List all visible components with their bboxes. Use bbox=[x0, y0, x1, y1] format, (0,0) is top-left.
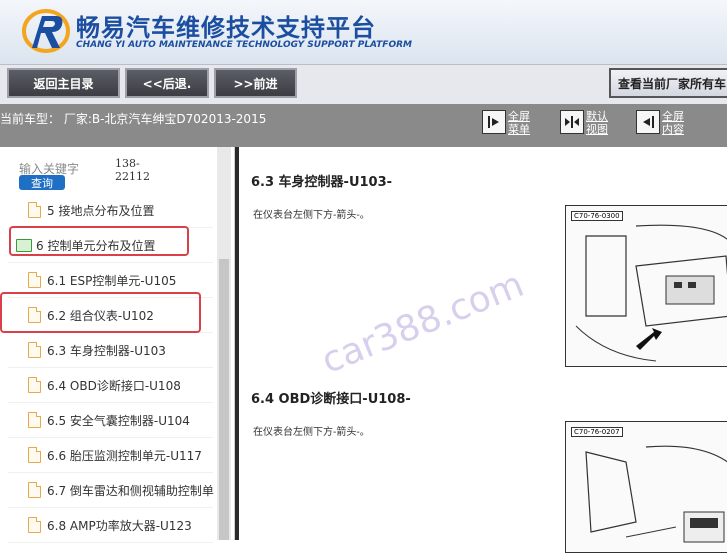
current-model-label: 当前车型： 厂家:B-北京汽车绅宝D702013-2015 bbox=[0, 112, 267, 126]
section-title: 6.4 OBD诊断接口-U108- bbox=[251, 392, 411, 407]
app-title: 畅易汽车维修技术支持平台 bbox=[76, 14, 376, 42]
sidebar: 输入关键字 查询 138- 22112 5 接地点分布及位置 6 控制单元分布及… bbox=[0, 147, 235, 543]
toolbar: 返回主目录 <<后退. >>前进 查看当前厂家所有车 bbox=[0, 64, 727, 105]
document-icon bbox=[28, 412, 41, 428]
fullscreen-menu-button[interactable]: 全屏菜单 bbox=[482, 110, 536, 136]
search-button[interactable]: 查询 bbox=[19, 175, 65, 190]
document-icon bbox=[28, 447, 41, 463]
section-description: 在仪表台左侧下方-箭头-。 bbox=[253, 210, 370, 221]
pane-divider[interactable] bbox=[235, 147, 239, 540]
highlight-box bbox=[0, 292, 201, 333]
app-subtitle: CHANG YI AUTO MAINTENANCE TECHNOLOGY SUP… bbox=[76, 40, 412, 50]
dashboard-illustration bbox=[585, 445, 727, 543]
toc-item[interactable]: 5 接地点分布及位置 bbox=[8, 193, 213, 228]
section-description: 在仪表台左侧下方-箭头-。 bbox=[253, 427, 370, 438]
figure-body-controller: C70-76-0300 bbox=[565, 205, 727, 367]
toc-item[interactable]: 6.6 胎压监测控制单元-U117 bbox=[8, 438, 213, 473]
fullscreen-menu-label: 全屏菜单 bbox=[508, 110, 530, 136]
back-button[interactable]: <<后退. bbox=[125, 68, 209, 98]
document-icon bbox=[28, 377, 41, 393]
document-icon bbox=[28, 202, 41, 218]
forward-button[interactable]: >>前进 bbox=[214, 68, 297, 98]
default-view-label: 默认视图 bbox=[586, 110, 608, 136]
app-header: 畅易汽车维修技术支持平台 CHANG YI AUTO MAINTENANCE T… bbox=[0, 0, 727, 64]
toc-item[interactable]: 6.8 AMP功率放大器-U123 bbox=[8, 508, 213, 543]
toc-item[interactable]: 6.7 倒车雷达和侧视辅助控制单 bbox=[8, 473, 214, 508]
default-view-button[interactable]: 默认视图 bbox=[560, 110, 614, 136]
model-bar: 当前车型： 厂家:B-北京汽车绅宝D702013-2015 全屏菜单 默认视图 … bbox=[0, 104, 727, 147]
document-icon bbox=[28, 272, 41, 288]
fullscreen-content-button[interactable]: 全屏内容 bbox=[636, 110, 690, 136]
fullscreen-content-label: 全屏内容 bbox=[662, 110, 684, 136]
figure-obd-port: C70-76-0207 bbox=[565, 421, 727, 553]
document-icon bbox=[28, 482, 41, 498]
document-icon bbox=[28, 517, 41, 533]
dashboard-illustration bbox=[575, 224, 727, 362]
arrow-left-icon bbox=[636, 110, 660, 134]
sidebar-scrollbar[interactable] bbox=[217, 147, 231, 540]
scrollbar-thumb[interactable] bbox=[219, 259, 229, 540]
toc-item[interactable]: 6.4 OBD诊断接口-U108 bbox=[8, 368, 213, 403]
figure-code: C70-76-0300 bbox=[571, 211, 623, 221]
keyword-code: 138- 22112 bbox=[115, 157, 150, 183]
figure-code: C70-76-0207 bbox=[571, 427, 623, 437]
arrow-right-icon bbox=[482, 110, 506, 134]
content-pane: 6.3 车身控制器-U103- 在仪表台左侧下方-箭头-。 C70-76-030… bbox=[235, 147, 727, 553]
highlight-box bbox=[9, 226, 189, 256]
chang-yi-logo-icon bbox=[22, 9, 70, 53]
split-view-icon bbox=[560, 110, 584, 134]
home-button[interactable]: 返回主目录 bbox=[7, 68, 120, 98]
view-all-models-button[interactable]: 查看当前厂家所有车 bbox=[609, 68, 727, 98]
section-title: 6.3 车身控制器-U103- bbox=[251, 175, 393, 190]
document-icon bbox=[28, 342, 41, 358]
toc-item-selected[interactable]: 6.3 车身控制器-U103 bbox=[8, 333, 213, 368]
toc-item[interactable]: 6.5 安全气囊控制器-U104 bbox=[8, 403, 213, 438]
